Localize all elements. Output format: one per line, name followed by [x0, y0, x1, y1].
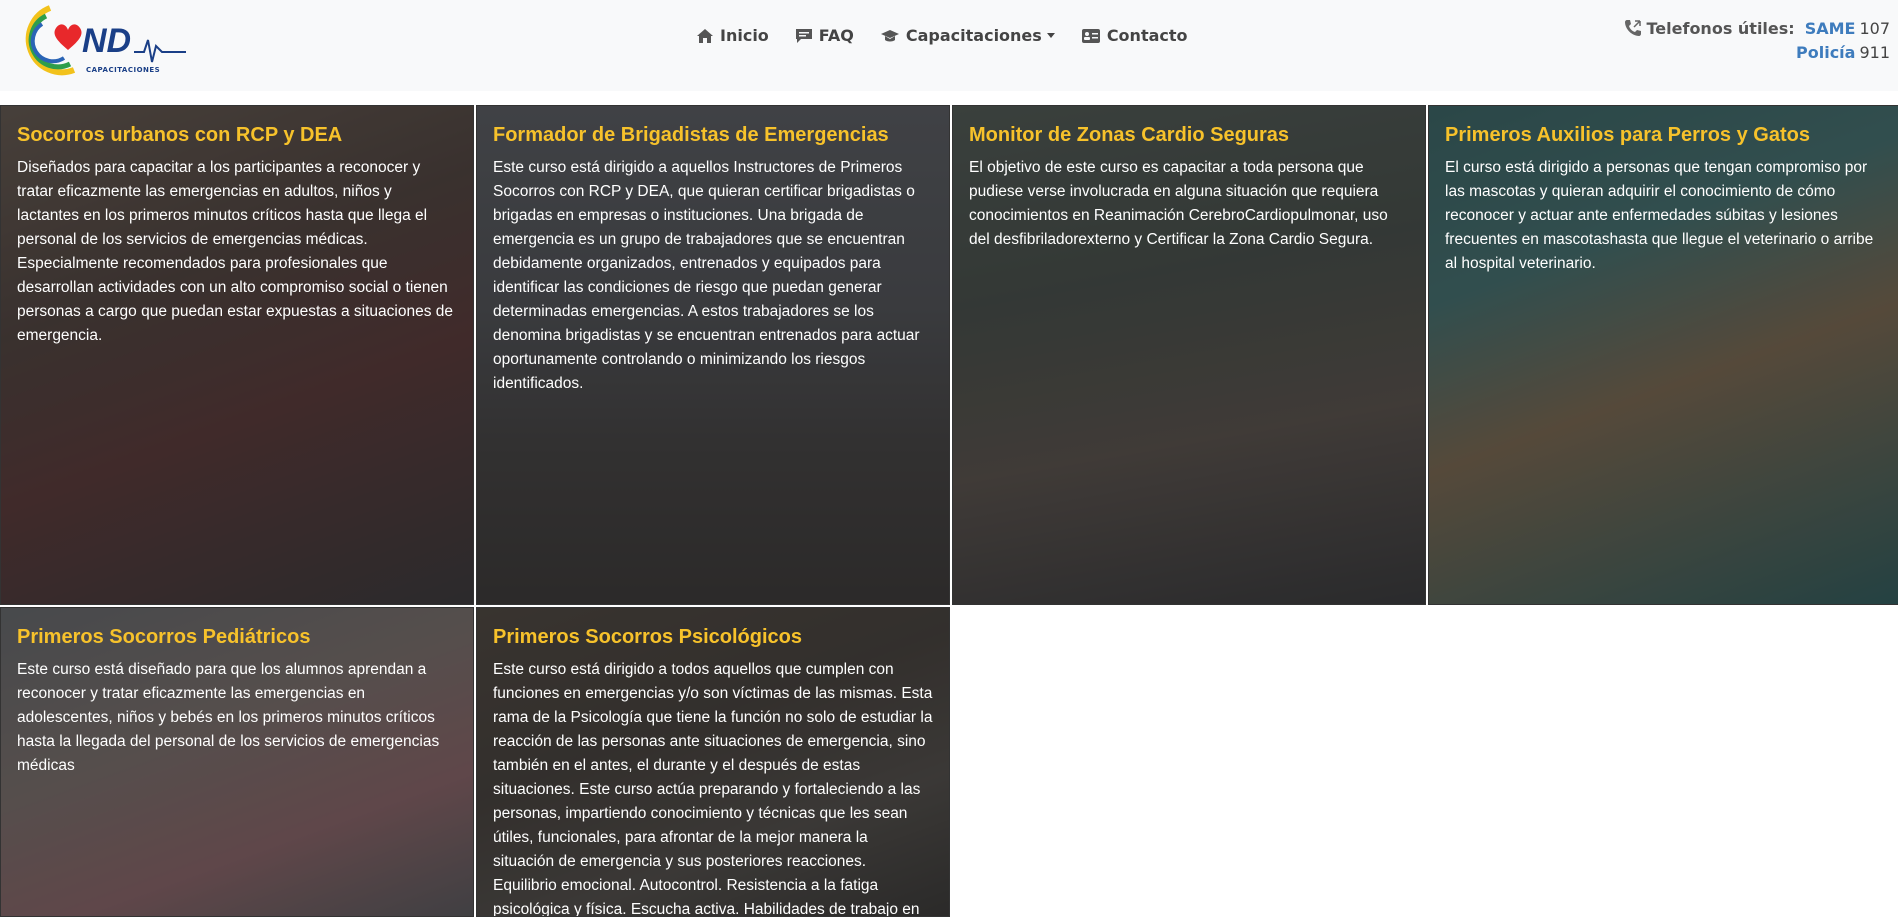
- phone-number-same[interactable]: 107: [1859, 19, 1890, 38]
- course-title[interactable]: Socorros urbanos con RCP y DEA: [17, 122, 457, 148]
- course-description: Este curso está diseñado para que los al…: [17, 661, 440, 774]
- phone-service-same[interactable]: SAME: [1805, 19, 1856, 38]
- nav-faq[interactable]: FAQ: [795, 26, 854, 45]
- nav-inicio[interactable]: Inicio: [696, 26, 769, 45]
- logo-subtext: CAPACITACIONES: [86, 66, 161, 74]
- course-card[interactable]: Primeros Socorros Pediátricos Este curso…: [0, 607, 474, 917]
- course-description: El objetivo de este curso es capacitar a…: [969, 159, 1388, 248]
- course-title[interactable]: Monitor de Zonas Cardio Seguras: [969, 122, 1409, 148]
- course-card[interactable]: Formador de Brigadistas de Emergencias E…: [476, 105, 950, 605]
- phones-label: Telefonos útiles:: [1646, 18, 1795, 38]
- nav-contacto-label: Contacto: [1106, 26, 1188, 45]
- main-nav: Inicio FAQ Capacitaciones Contacto: [696, 26, 1214, 45]
- navbar: ND CAPACITACIONES Inicio FAQ Capacitacio…: [0, 0, 1898, 91]
- svg-text:ND: ND: [82, 22, 131, 60]
- course-description: El curso está dirigido a personas que te…: [1445, 159, 1874, 272]
- useful-phones: Telefonos útiles: SAME 107 Policía 911: [1623, 16, 1890, 64]
- nav-capacitaciones-dropdown[interactable]: Capacitaciones: [880, 26, 1055, 45]
- course-card[interactable]: Monitor de Zonas Cardio Seguras El objet…: [952, 105, 1426, 605]
- nav-inicio-label: Inicio: [720, 26, 769, 45]
- course-card[interactable]: Primeros Socorros Psicológicos Este curs…: [476, 607, 950, 917]
- course-description: Este curso está dirigido a todos aquello…: [493, 661, 933, 917]
- course-card[interactable]: Socorros urbanos con RCP y DEA Diseñados…: [0, 105, 474, 605]
- course-description: Diseñados para capacitar a los participa…: [17, 159, 454, 344]
- course-title[interactable]: Primeros Auxilios para Perros y Gatos: [1445, 122, 1885, 148]
- course-title[interactable]: Primeros Socorros Psicológicos: [493, 624, 933, 650]
- home-icon: [697, 28, 713, 43]
- course-title[interactable]: Primeros Socorros Pediátricos: [17, 624, 457, 650]
- nav-contacto[interactable]: Contacto: [1081, 26, 1188, 45]
- course-title[interactable]: Formador de Brigadistas de Emergencias: [493, 122, 933, 148]
- comment-icon: [795, 28, 812, 43]
- phone-number-policia[interactable]: 911: [1859, 43, 1890, 62]
- contact-card-icon: [1081, 28, 1100, 43]
- phone-service-policia[interactable]: Policía: [1796, 43, 1855, 62]
- course-description: Este curso está dirigido a aquellos Inst…: [493, 159, 920, 392]
- nav-capacitaciones-label: Capacitaciones: [905, 26, 1042, 45]
- nav-faq-label: FAQ: [818, 26, 854, 45]
- graduation-cap-icon: [880, 29, 899, 41]
- brand-logo[interactable]: ND CAPACITACIONES: [16, 0, 191, 80]
- chevron-down-icon: [1046, 33, 1055, 38]
- phone-icon: [1624, 20, 1641, 36]
- course-card[interactable]: Primeros Auxilios para Perros y Gatos El…: [1428, 105, 1898, 605]
